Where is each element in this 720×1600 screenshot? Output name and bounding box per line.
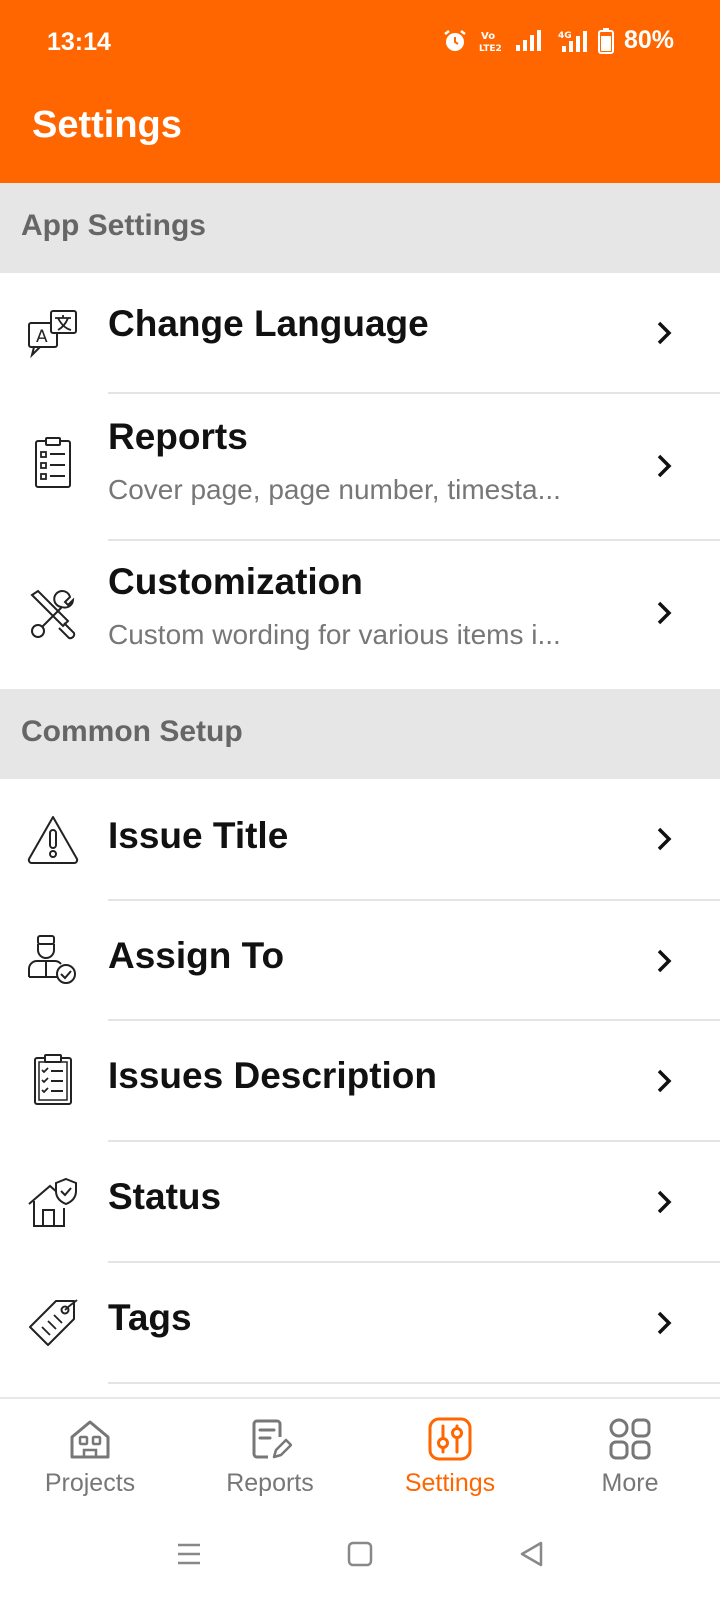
section-label: App Settings: [21, 209, 206, 242]
home-square-icon[interactable]: [347, 1541, 373, 1567]
item-title: Customization: [108, 561, 363, 602]
chevron-right-icon: [657, 321, 672, 345]
app-header: 13:14 Vo LTE2 4G 80% Settings: [0, 0, 720, 183]
grid-icon: [609, 1418, 651, 1460]
clipboard-list-icon: [35, 437, 71, 488]
battery-percent: 80%: [623, 26, 674, 54]
nav-label: Settings: [404, 1469, 496, 1497]
nav-projects[interactable]: Projects: [0, 1399, 180, 1515]
section-label: Common Setup: [21, 715, 243, 748]
item-subtitle: Custom wording for various items i...: [108, 619, 561, 650]
tag-icon: [29, 1299, 78, 1346]
item-title: Change Language: [108, 303, 429, 344]
page-title: Settings: [32, 104, 182, 146]
sliders-icon: [428, 1417, 472, 1461]
settings-item-issue-title[interactable]: Issue Title: [0, 779, 720, 899]
chevron-right-icon: [657, 1311, 672, 1335]
nav-more[interactable]: More: [540, 1399, 720, 1515]
translate-icon: A: [28, 310, 77, 359]
tools-icon: [30, 589, 76, 640]
item-subtitle: Cover page, page number, timesta...: [108, 474, 561, 505]
checklist-icon: [34, 1054, 72, 1105]
section-header-common-setup: Common Setup: [0, 689, 720, 779]
warning-icon: [27, 816, 79, 864]
settings-item-status[interactable]: Status: [0, 1142, 720, 1262]
item-title: Issue Title: [108, 815, 289, 856]
item-title: Assign To: [108, 935, 285, 976]
nav-label: Reports: [226, 1469, 314, 1497]
svg-text:A: A: [36, 327, 48, 347]
item-title: Status: [108, 1176, 222, 1217]
item-title: Tags: [108, 1297, 192, 1338]
battery-icon: [597, 27, 614, 54]
chevron-right-icon: [657, 827, 672, 851]
nav-label: More: [601, 1469, 659, 1497]
home-icon: [70, 1420, 110, 1459]
svg-text:LTE2: LTE2: [479, 44, 502, 54]
settings-item-change-language[interactable]: A Change Language: [0, 273, 720, 393]
settings-item-customization[interactable]: Customization Custom wording for various…: [0, 541, 720, 689]
settings-item-tags[interactable]: Tags: [0, 1263, 720, 1383]
user-check-icon: [28, 935, 76, 984]
svg-text:Vo: Vo: [481, 31, 495, 42]
volte-icon: Vo LTE2: [479, 31, 502, 54]
svg-text:4G: 4G: [558, 31, 572, 41]
report-edit-icon: [252, 1419, 292, 1459]
divider: [108, 1382, 720, 1384]
house-shield-icon: [28, 1177, 77, 1227]
settings-item-assign-to[interactable]: Assign To: [0, 901, 720, 1020]
menu-icon[interactable]: [176, 1541, 202, 1567]
item-title: Issues Description: [108, 1055, 438, 1096]
section-header-app-settings: App Settings: [0, 183, 720, 273]
nav-settings[interactable]: Settings: [360, 1399, 540, 1515]
status-time: 13:14: [47, 28, 111, 56]
item-title: Reports: [108, 416, 248, 457]
chevron-right-icon: [657, 1190, 672, 1214]
4g-signal-icon: 4G: [558, 30, 587, 52]
chevron-right-icon: [657, 601, 672, 625]
chevron-right-icon: [657, 454, 672, 478]
nav-reports[interactable]: Reports: [180, 1399, 360, 1515]
system-nav-bar: [0, 1513, 720, 1600]
settings-item-issues-description[interactable]: Issues Description: [0, 1021, 720, 1141]
back-triangle-icon[interactable]: [519, 1541, 545, 1567]
signal-icon: [515, 29, 541, 51]
chevron-right-icon: [657, 949, 672, 973]
alarm-icon: [444, 29, 466, 51]
status-bar: 13:14 Vo LTE2 4G 80%: [0, 0, 720, 84]
settings-item-reports[interactable]: Reports Cover page, page number, timesta…: [0, 394, 720, 540]
chevron-right-icon: [657, 1069, 672, 1093]
status-icons: Vo LTE2 4G 80%: [442, 26, 674, 55]
nav-label: Projects: [44, 1469, 136, 1497]
bottom-nav: Projects Reports Settings More: [0, 1397, 720, 1513]
